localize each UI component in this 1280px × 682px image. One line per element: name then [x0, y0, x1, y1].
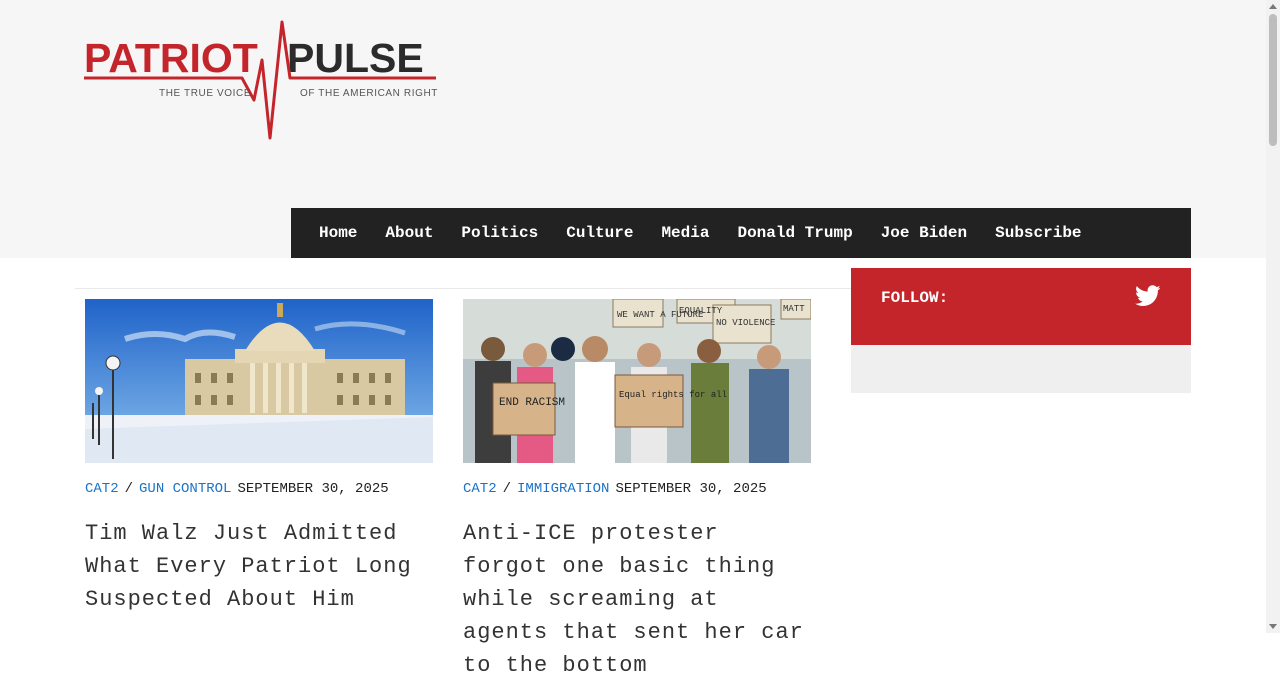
content-divider	[75, 288, 851, 289]
nav-item-politics[interactable]: Politics	[447, 224, 552, 242]
logo-tagline-right: OF THE AMERICAN RIGHT	[300, 88, 438, 99]
meta-separator: /	[124, 481, 134, 497]
scrollbar-thumb[interactable]	[1269, 14, 1277, 146]
post-title-link[interactable]: Tim Walz Just Admitted What Every Patrio…	[85, 517, 433, 616]
nav-item-donald-trump[interactable]: Donald Trump	[723, 224, 866, 242]
follow-label: FOLLOW:	[881, 289, 949, 307]
nav-item-home[interactable]: Home	[305, 224, 371, 242]
nav-item-culture[interactable]: Culture	[552, 224, 647, 242]
sign-matt: MATT	[783, 304, 805, 314]
post-category-link[interactable]: CAT2	[463, 481, 497, 497]
sign-no-violence: NO VIOLENCE	[716, 318, 775, 328]
logo-word-right: PULSE	[287, 35, 424, 81]
post-meta: CAT2 / IMMIGRATION SEPTEMBER 30, 2025	[463, 481, 811, 497]
nav-item-subscribe[interactable]: Subscribe	[981, 224, 1095, 242]
twitter-icon[interactable]	[1135, 285, 1161, 307]
post-date: SEPTEMBER 30, 2025	[237, 481, 389, 497]
logo-tagline-left: THE TRUE VOICE	[159, 88, 251, 99]
scroll-down-arrow-icon[interactable]	[1269, 624, 1277, 629]
sign-equal-rights: Equal rights for all	[619, 390, 727, 400]
post-tag-link[interactable]: IMMIGRATION	[517, 481, 609, 497]
post-meta: CAT2 / GUN CONTROL SEPTEMBER 30, 2025	[85, 481, 433, 497]
logo-word-left: PATRIOT	[84, 35, 258, 81]
sidebar-widget-area	[851, 345, 1191, 393]
post-card: WE WANT A FUTURE EQUALITY NO VIOLENCE MA…	[463, 299, 811, 682]
scroll-up-arrow-icon[interactable]	[1269, 4, 1277, 9]
main-navigation: Home About Politics Culture Media Donald…	[291, 208, 1191, 258]
meta-separator: /	[502, 481, 512, 497]
post-card: CAT2 / GUN CONTROL SEPTEMBER 30, 2025 Tim W…	[85, 299, 433, 616]
post-date: SEPTEMBER 30, 2025	[615, 481, 767, 497]
post-thumbnail-capitol[interactable]	[85, 299, 433, 463]
site-logo[interactable]: PATRIOT PULSE THE TRUE VOICE OF THE AMER…	[84, 20, 440, 142]
follow-widget: FOLLOW:	[851, 268, 1191, 345]
sign-end-racism: END RACISM	[499, 397, 565, 409]
post-title-link[interactable]: Anti-ICE protester forgot one basic thin…	[463, 517, 811, 682]
post-tag-link[interactable]: GUN CONTROL	[139, 481, 231, 497]
post-thumbnail-protest[interactable]: WE WANT A FUTURE EQUALITY NO VIOLENCE MA…	[463, 299, 811, 463]
nav-item-media[interactable]: Media	[647, 224, 723, 242]
sidebar: FOLLOW:	[851, 268, 1191, 393]
nav-item-joe-biden[interactable]: Joe Biden	[867, 224, 981, 242]
sign-equality: EQUALITY	[679, 306, 723, 316]
post-category-link[interactable]: CAT2	[85, 481, 119, 497]
page-scrollbar[interactable]	[1266, 0, 1280, 633]
nav-item-about[interactable]: About	[371, 224, 447, 242]
